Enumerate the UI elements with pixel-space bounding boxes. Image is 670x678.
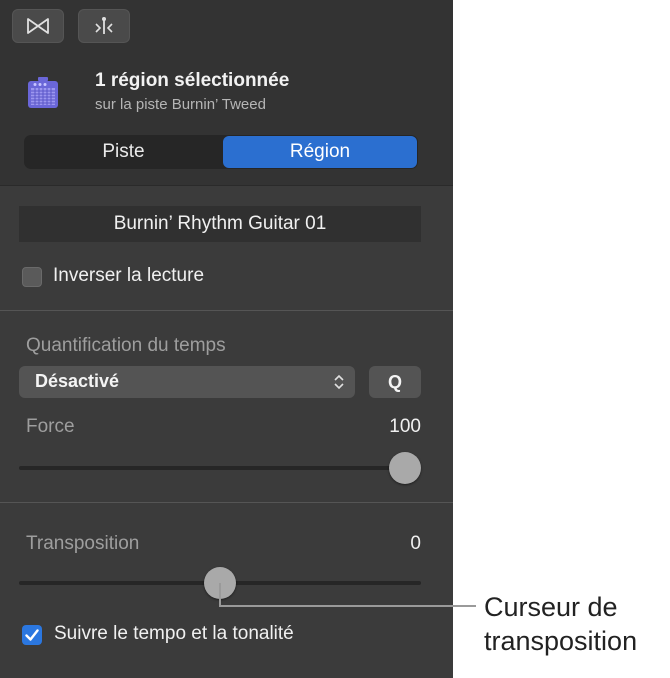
quantize-q-button[interactable]: Q — [369, 366, 421, 398]
selection-subtitle: sur la piste Burnin’ Tweed — [95, 96, 266, 113]
callout-text-line1: Curseur de — [484, 592, 618, 622]
transpose-value: 0 — [410, 533, 421, 554]
bowtie-icon — [27, 18, 49, 34]
chevron-up-down-icon — [334, 374, 344, 390]
selection-title: 1 région sélectionnée — [95, 70, 290, 91]
force-slider-knob[interactable] — [389, 452, 421, 484]
quantize-value: Désactivé — [35, 371, 120, 391]
callout-leader-horizontal — [219, 605, 476, 607]
region-inspector-panel: 1 région sélectionnée sur la piste Burni… — [0, 0, 453, 678]
force-slider-track[interactable] — [19, 466, 421, 470]
region-name-field[interactable]: Burnin’ Rhythm Guitar 01 — [19, 206, 421, 242]
tab-piste[interactable]: Piste — [24, 135, 223, 169]
force-label: Force — [26, 416, 75, 437]
smart-controls-button[interactable] — [12, 9, 64, 43]
checkmark-icon — [25, 629, 39, 641]
quantize-label: Quantification du temps — [26, 335, 226, 356]
amp-icon — [28, 77, 58, 108]
inspector-segmented-control: Piste Région — [24, 135, 418, 169]
follow-tempo-label: Suivre le tempo et la tonalité — [54, 623, 294, 644]
quantize-popup[interactable]: Désactivé — [19, 366, 355, 398]
tab-region[interactable]: Région — [223, 136, 417, 168]
reverse-playback-label: Inverser la lecture — [53, 265, 205, 286]
inspector-header: 1 région sélectionnée sur la piste Burni… — [0, 0, 453, 186]
reverse-playback-checkbox[interactable] — [22, 267, 42, 287]
transpose-label: Transposition — [26, 533, 140, 554]
callout-text-line2: transposition — [484, 626, 638, 656]
section-divider — [0, 502, 453, 503]
section-divider — [0, 310, 453, 311]
force-value: 100 — [389, 416, 421, 437]
follow-tempo-checkbox[interactable] — [22, 625, 42, 645]
scissors-split-icon — [95, 17, 113, 34]
editors-button[interactable] — [78, 9, 130, 43]
callout-leader-vertical — [219, 583, 221, 606]
